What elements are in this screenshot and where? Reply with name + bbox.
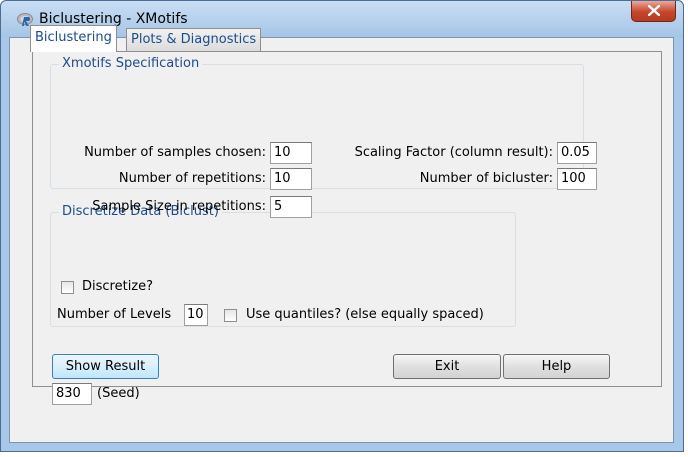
scaling-factor-input[interactable]: 0.05 — [557, 142, 597, 164]
bicluster-count-label: Number of bicluster: — [419, 171, 553, 186]
samples-input[interactable]: 10 — [270, 142, 312, 164]
show-result-button[interactable]: Show Result — [52, 354, 159, 379]
tab-plots-diagnostics[interactable]: Plots & Diagnostics — [126, 28, 262, 51]
help-button[interactable]: Help — [503, 354, 610, 379]
tab-panel: Xmotifs Specification Discretize Data (B… — [32, 51, 662, 387]
levels-label: Number of Levels — [57, 307, 172, 322]
levels-input[interactable]: 10 — [184, 304, 208, 326]
repetitions-input[interactable]: 10 — [270, 168, 312, 190]
seed-label: (Seed) — [97, 386, 140, 401]
close-icon — [648, 5, 660, 16]
quantiles-label: Use quantiles? (else equally spaced) — [246, 307, 484, 322]
discretize-checkbox[interactable] — [61, 281, 74, 294]
samples-label: Number of samples chosen: — [84, 145, 266, 160]
repetitions-label: Number of repetitions: — [118, 171, 266, 186]
exit-button[interactable]: Exit — [393, 354, 501, 379]
close-button[interactable] — [631, 1, 676, 22]
seed-input[interactable]: 830 — [52, 383, 92, 405]
scaling-factor-label: Scaling Factor (column result): — [354, 145, 553, 160]
sample-size-label: Sample Size in repetitions: — [92, 199, 266, 214]
discretize-label: Discretize? — [82, 279, 154, 294]
quantiles-checkbox[interactable] — [224, 309, 237, 322]
bicluster-count-input[interactable]: 100 — [557, 168, 597, 190]
tab-biclustering[interactable]: Biclustering — [30, 25, 117, 52]
sample-size-input[interactable]: 5 — [270, 196, 312, 218]
xmotifs-group-title: Xmotifs Specification — [59, 56, 203, 72]
